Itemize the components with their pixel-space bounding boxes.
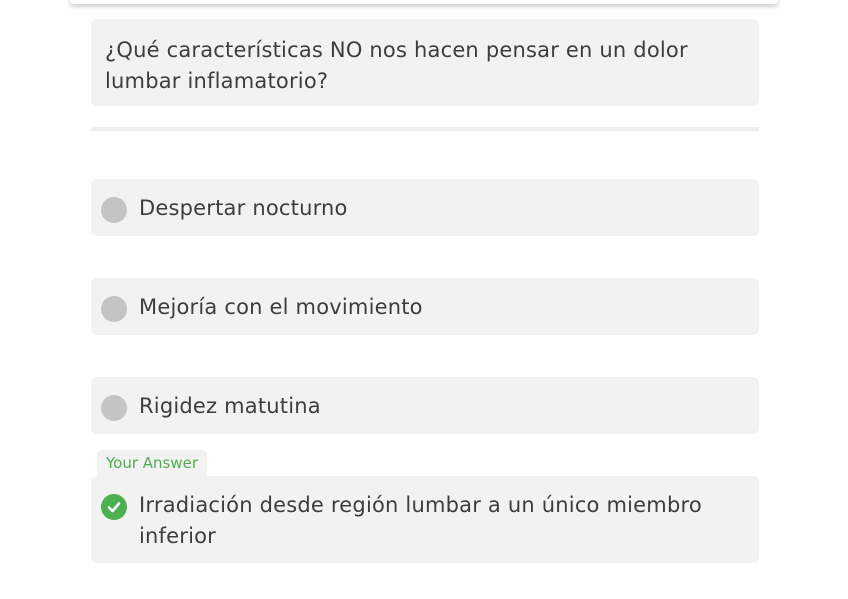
check-circle-icon [101,494,127,520]
divider [91,127,759,131]
radio-unchecked-icon [101,197,127,223]
answer-option-2[interactable]: Mejoría con el movimiento [91,278,759,335]
answer-option-4[interactable]: Irradiación desde región lumbar a un úni… [91,476,759,563]
question-card: ¿Qué características NO nos hacen pensar… [91,19,759,106]
your-answer-badge: Your Answer [97,450,208,476]
radio-unchecked-icon [101,296,127,322]
answer-option-label: Rigidez matutina [139,394,321,418]
answer-option-label: Despertar nocturno [139,196,348,220]
radio-unchecked-icon [101,395,127,421]
answer-option-3[interactable]: Rigidez matutina [91,377,759,434]
question-text: ¿Qué características NO nos hacen pensar… [105,38,688,93]
previous-card-edge [70,0,778,4]
answer-option-1[interactable]: Despertar nocturno [91,179,759,236]
answer-option-label: Irradiación desde región lumbar a un úni… [139,493,702,548]
answer-option-label: Mejoría con el movimiento [139,295,423,319]
